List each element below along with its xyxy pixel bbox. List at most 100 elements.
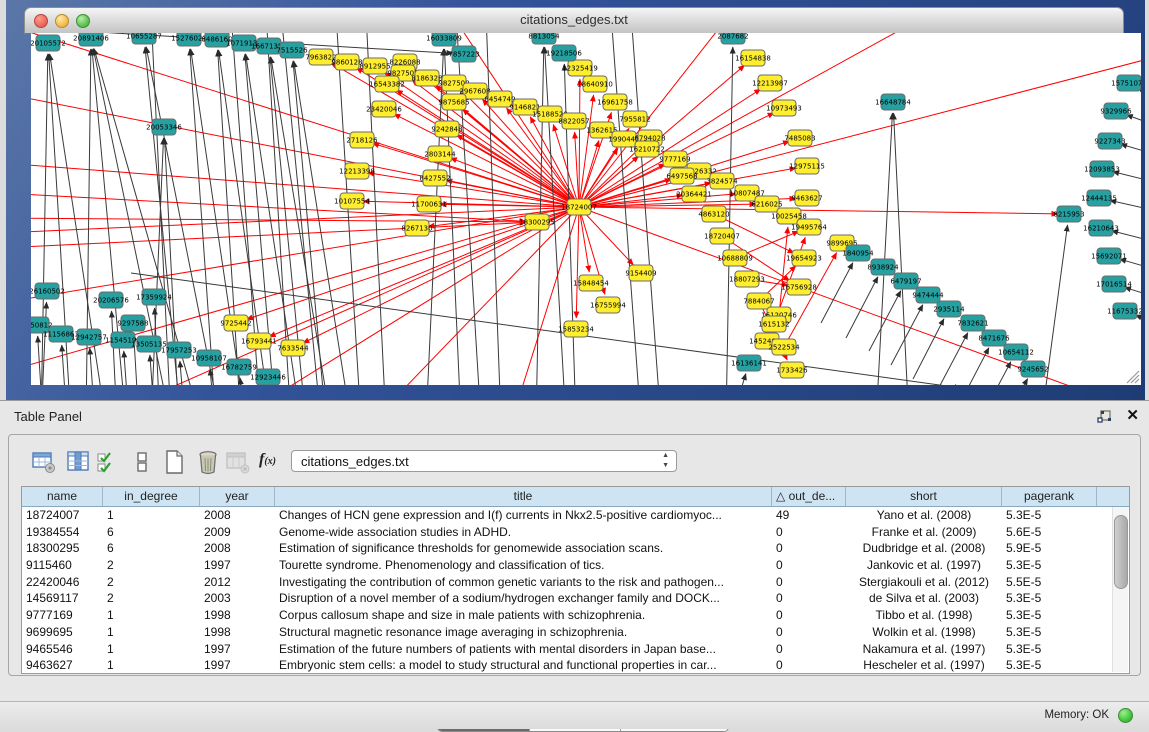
network-node[interactable]: 15848454 xyxy=(573,275,609,291)
network-node[interactable]: 16755994 xyxy=(590,297,626,313)
new-table-icon[interactable] xyxy=(161,449,187,475)
network-node[interactable]: 7955812 xyxy=(619,111,650,127)
network-node[interactable]: 9297588 xyxy=(117,315,148,331)
network-node[interactable]: 7515526 xyxy=(276,42,308,58)
network-node[interactable]: 18807293 xyxy=(729,271,765,287)
network-node[interactable]: 12923446 xyxy=(250,369,286,385)
network-edge[interactable] xyxy=(579,95,594,207)
network-node[interactable]: 23420046 xyxy=(366,101,402,117)
network-node[interactable]: 7832621 xyxy=(957,315,988,331)
network-node[interactable]: 16154838 xyxy=(735,50,771,66)
network-edge[interactable] xyxy=(1120,259,1141,274)
table-row[interactable]: 911546021997Tourette syndrome. Phenomeno… xyxy=(22,557,1129,574)
network-node[interactable]: 12325419 xyxy=(562,60,598,76)
table-scrollbar-thumb[interactable] xyxy=(1114,515,1128,589)
network-edge[interactable] xyxy=(579,53,1141,207)
network-node[interactable]: 10655287 xyxy=(126,33,162,44)
network-edge[interactable] xyxy=(959,348,989,385)
table-row[interactable]: 946362711997Embryonic stem cells: a mode… xyxy=(22,657,1129,674)
network-edge[interactable] xyxy=(1003,379,1028,385)
network-graph[interactable]: 1872400779638229860128891295582260889827… xyxy=(31,33,1141,385)
network-edge[interactable] xyxy=(869,291,901,351)
network-node[interactable]: 2935114 xyxy=(933,301,965,317)
network-edge[interactable] xyxy=(784,253,837,347)
table-row[interactable]: 969969511998Structural magnetic resonanc… xyxy=(22,624,1129,641)
table-selector-dropdown[interactable]: citations_edges.txt ▲▼ xyxy=(291,450,677,472)
window-titlebar[interactable]: citations_edges.txt xyxy=(24,7,1124,34)
network-node[interactable]: 15692071 xyxy=(1091,248,1127,264)
network-node[interactable]: 8427552 xyxy=(419,170,450,186)
network-node[interactable]: 8813054 xyxy=(528,33,560,44)
network-node[interactable]: 18640910 xyxy=(577,76,613,92)
network-node[interactable]: 11700631 xyxy=(411,196,447,212)
network-edge[interactable] xyxy=(1138,89,1141,108)
column-header-year[interactable]: year xyxy=(200,487,275,506)
network-edge[interactable] xyxy=(456,135,579,207)
network-node[interactable]: 12213987 xyxy=(752,75,788,91)
network-node[interactable]: 26160502 xyxy=(31,283,65,299)
network-node[interactable]: 16210643 xyxy=(1083,220,1119,236)
network-node[interactable]: 1733426 xyxy=(776,362,808,378)
network-edge[interactable] xyxy=(371,207,579,385)
network-node[interactable]: 2718126 xyxy=(346,132,378,148)
network-edge[interactable] xyxy=(1121,144,1141,159)
network-node[interactable]: 20891406 xyxy=(73,33,109,46)
network-node[interactable]: 9242848 xyxy=(431,121,462,137)
network-node[interactable]: 20053346 xyxy=(146,119,182,135)
network-node[interactable]: 7485083 xyxy=(784,130,815,146)
network-edge[interactable] xyxy=(190,49,216,385)
network-edge[interactable] xyxy=(124,351,129,385)
network-edge[interactable] xyxy=(31,163,579,207)
network-node[interactable]: 20105572 xyxy=(31,35,66,51)
network-edge[interactable] xyxy=(876,113,892,385)
network-edge[interactable] xyxy=(294,61,351,385)
network-node[interactable]: 6497568 xyxy=(666,168,697,184)
network-edge[interactable] xyxy=(579,207,1058,214)
show-column-icon[interactable] xyxy=(65,449,91,475)
network-node[interactable]: 9245652 xyxy=(1017,361,1048,377)
column-header-name[interactable]: name xyxy=(22,487,103,506)
network-node[interactable]: 6479197 xyxy=(890,273,921,289)
network-node[interactable]: 1615132 xyxy=(758,316,789,332)
network-node[interactable]: 10107554 xyxy=(334,193,370,209)
network-edge[interactable] xyxy=(631,33,661,385)
network-node[interactable]: 8471676 xyxy=(978,330,1010,346)
network-node[interactable]: 9777169 xyxy=(659,151,690,167)
network-node[interactable]: 2803144 xyxy=(424,146,456,162)
network-node[interactable]: 8822057 xyxy=(558,113,589,129)
network-edge[interactable] xyxy=(891,305,923,365)
network-edge[interactable] xyxy=(240,378,245,385)
network-node[interactable]: 11675332 xyxy=(1107,303,1141,319)
network-edge[interactable] xyxy=(936,333,968,385)
network-edge[interactable] xyxy=(846,277,878,338)
table-row[interactable]: 1830029562008Estimation of significance … xyxy=(22,540,1129,557)
table-row[interactable]: 1938455462009Genome-wide association stu… xyxy=(22,524,1129,541)
network-node[interactable]: 15751074 xyxy=(1111,75,1141,91)
column-header-in_degree[interactable]: in_degree xyxy=(103,487,200,506)
row-height-icon[interactable] xyxy=(129,449,155,475)
network-edge[interactable] xyxy=(731,374,746,385)
table-row[interactable]: 1456911722003Disruption of a novel membe… xyxy=(22,590,1129,607)
network-node[interactable]: 20206576 xyxy=(93,292,129,308)
network-node[interactable]: 8938924 xyxy=(867,259,899,275)
table-row[interactable]: 1872400712008Changes of HCN gene express… xyxy=(22,507,1129,524)
network-edge[interactable] xyxy=(94,49,201,385)
network-node[interactable]: 9860128 xyxy=(331,54,362,70)
network-edge[interactable] xyxy=(1112,231,1141,246)
network-node[interactable]: 12444135 xyxy=(1081,190,1117,206)
table-settings-icon[interactable] xyxy=(31,449,57,475)
close-panel-icon[interactable]: ✕ xyxy=(1126,406,1139,424)
network-node[interactable]: 16648784 xyxy=(875,94,911,110)
network-edge[interactable] xyxy=(579,79,580,207)
table-row[interactable]: 946554611997Estimation of the future num… xyxy=(22,641,1129,658)
network-node[interactable]: 2522534 xyxy=(768,339,800,355)
network-node[interactable]: 8267130 xyxy=(401,220,432,236)
network-node[interactable]: 17016514 xyxy=(1096,276,1132,292)
network-edge[interactable] xyxy=(894,113,909,385)
network-node[interactable]: 8215953 xyxy=(1053,206,1084,222)
network-edge[interactable] xyxy=(579,207,1141,385)
column-header-pagerank[interactable]: pagerank xyxy=(1002,487,1097,506)
network-edge[interactable] xyxy=(981,362,1011,385)
network-node[interactable]: 18720407 xyxy=(704,228,740,244)
network-node[interactable]: 1840954 xyxy=(842,245,874,261)
